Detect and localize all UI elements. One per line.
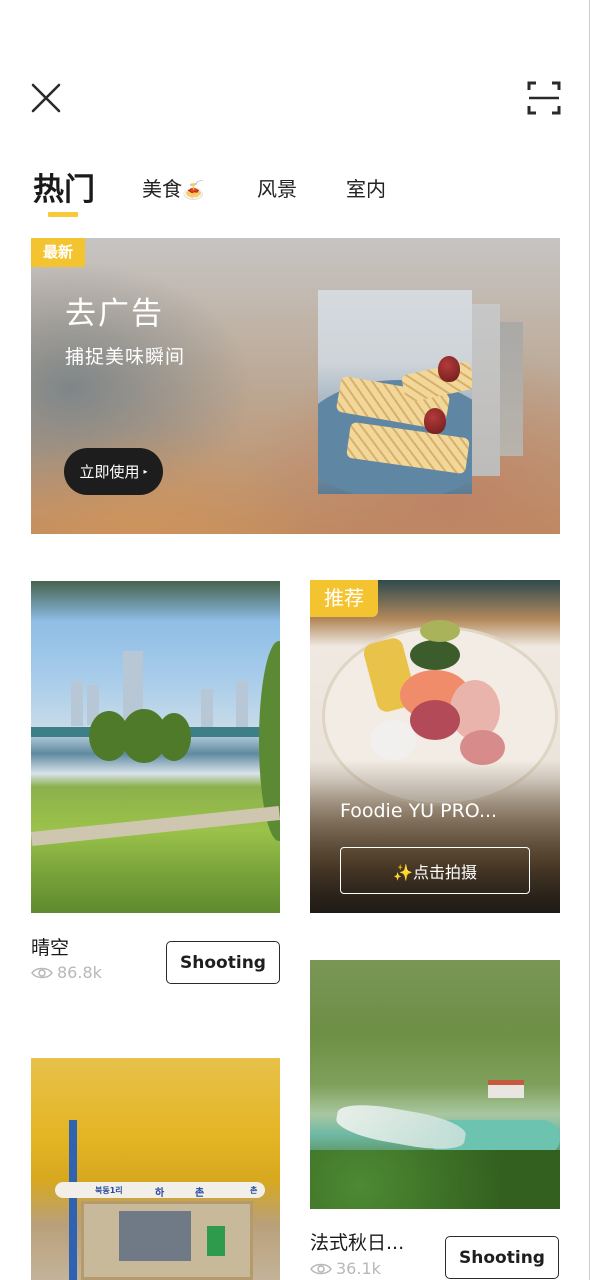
card-foodie-image[interactable]: Foodie YU PRO... ✨点击拍摄 xyxy=(310,580,560,913)
eye-icon xyxy=(310,1263,332,1274)
view-count: 86.8k xyxy=(31,963,102,982)
spaghetti-icon: 🍝 xyxy=(182,180,205,201)
card-french-autumn-image[interactable] xyxy=(310,960,560,1209)
recommended-badge: 推荐 xyxy=(310,580,378,617)
card-autumn-bus-stop-image[interactable]: 북동1리 하 촌 촌 xyxy=(31,1058,280,1280)
tap-to-shoot-button[interactable]: ✨点击拍摄 xyxy=(340,847,530,894)
stacked-card-back xyxy=(500,322,523,456)
new-badge: 最新 xyxy=(31,238,85,267)
category-tabs: 热门 美食🍝 风景 室内 xyxy=(0,160,591,220)
card-clear-sky-image[interactable] xyxy=(31,581,280,913)
close-button[interactable] xyxy=(30,82,62,114)
bus-stop-sign: 북동1리 하 촌 촌 xyxy=(55,1182,265,1199)
view-count: 36.1k xyxy=(310,1259,381,1278)
eye-icon xyxy=(31,967,53,978)
card-title: Foodie YU PRO... xyxy=(340,800,498,822)
play-arrow-icon: ▸ xyxy=(143,467,148,476)
scan-button[interactable] xyxy=(526,80,562,116)
use-now-button[interactable]: 立即使用 ▸ xyxy=(64,448,163,495)
shooting-button[interactable]: Shooting xyxy=(166,941,280,984)
tab-food-label: 美食 xyxy=(142,177,182,201)
use-now-label: 立即使用 xyxy=(79,463,140,481)
card-title: 法式秋日... xyxy=(310,1232,405,1254)
banner-subtitle: 捕捉美味瞬间 xyxy=(65,346,186,368)
tab-hot[interactable]: 热门 xyxy=(33,164,95,209)
close-icon xyxy=(31,83,61,113)
shooting-button[interactable]: Shooting xyxy=(445,1236,559,1279)
tab-food[interactable]: 美食🍝 xyxy=(142,173,204,202)
tab-indoor[interactable]: 室内 xyxy=(346,173,386,202)
active-tab-indicator xyxy=(48,212,78,217)
promo-banner[interactable]: 最新 去广告 捕捉美味瞬间 立即使用 ▸ xyxy=(31,238,560,534)
view-count-value: 36.1k xyxy=(336,1259,381,1278)
waffle-photo xyxy=(318,290,472,494)
stacked-card-middle xyxy=(471,304,500,476)
scan-icon xyxy=(527,81,561,115)
card-title: 晴空 xyxy=(31,937,70,959)
view-count-value: 86.8k xyxy=(57,963,102,982)
tab-scenery[interactable]: 风景 xyxy=(257,173,297,202)
banner-title: 去广告 xyxy=(65,296,164,332)
